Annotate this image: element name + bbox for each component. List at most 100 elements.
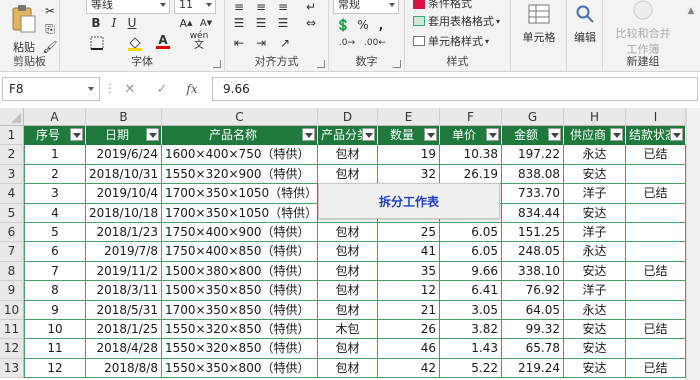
conditional-format-button[interactable]: 条件格式 (413, 0, 507, 12)
table-cell[interactable]: 包材 (318, 358, 378, 379)
filter-dropdown-icon[interactable] (486, 128, 499, 141)
increase-font-icon[interactable]: A ▲ (178, 14, 194, 32)
table-cell[interactable]: 包材 (318, 300, 378, 320)
editing-button[interactable]: 编辑 (569, 4, 601, 45)
table-cell[interactable]: 已结 (626, 358, 686, 379)
table-header-cell[interactable]: 金额 (502, 126, 564, 146)
table-cell[interactable]: 安达 (564, 358, 626, 379)
column-header-e[interactable]: E (378, 108, 440, 126)
table-cell[interactable]: 3.82 (440, 320, 502, 340)
table-cell[interactable]: 2019/11/2 (86, 261, 162, 282)
table-cell[interactable]: 151.25 (502, 223, 564, 243)
table-cell[interactable]: 包材 (318, 164, 378, 185)
table-cell[interactable]: 已结 (626, 320, 686, 340)
column-header-i[interactable]: I (626, 108, 686, 126)
column-header-d[interactable]: D (318, 108, 378, 126)
table-header-cell[interactable]: 序号 (24, 126, 86, 146)
insert-function-button[interactable]: fx (180, 77, 204, 101)
table-cell[interactable]: 安达 (564, 261, 626, 282)
table-cell[interactable]: 包材 (318, 145, 378, 165)
row-header-4[interactable]: 4 (0, 184, 24, 204)
table-cell[interactable]: 19 (378, 145, 440, 165)
table-cell[interactable]: 42 (378, 358, 440, 379)
split-worksheet-button[interactable]: 拆分工作表 (318, 183, 500, 219)
table-cell[interactable]: 永达 (564, 145, 626, 165)
name-box[interactable]: F8 (2, 77, 100, 101)
decrease-font-icon[interactable]: A ▼ (198, 14, 214, 32)
table-cell[interactable]: 3.05 (440, 300, 502, 320)
table-cell[interactable]: 2019/7/8 (86, 242, 162, 262)
cut-icon[interactable]: ✂ (42, 2, 58, 20)
row-header-12[interactable]: 12 (0, 339, 24, 359)
table-cell[interactable]: 65.78 (502, 339, 564, 359)
table-cell[interactable] (626, 203, 686, 223)
font-name-select[interactable]: 等线 (86, 0, 170, 14)
table-cell[interactable]: 2018/8/8 (86, 358, 162, 379)
table-header-cell[interactable]: 产品名称 (162, 126, 318, 146)
table-cell[interactable] (626, 242, 686, 262)
table-cell[interactable]: 2 (24, 164, 86, 185)
alignment-dialog-launcher[interactable] (317, 60, 325, 68)
table-cell[interactable]: 1700×350×1050（特供） (162, 203, 318, 223)
row-header-1[interactable]: 1 (0, 126, 24, 146)
vertical-scrollbar[interactable] (686, 108, 700, 380)
table-cell[interactable]: 2018/1/23 (86, 223, 162, 243)
table-cell[interactable]: 838.08 (502, 164, 564, 185)
table-cell[interactable]: 834.44 (502, 203, 564, 223)
cells-button[interactable]: 单元格 (515, 4, 563, 45)
table-cell[interactable]: 11 (24, 339, 86, 359)
table-cell[interactable]: 6.05 (440, 223, 502, 243)
filter-dropdown-icon[interactable] (302, 128, 315, 141)
table-cell[interactable]: 5 (24, 223, 86, 243)
table-cell[interactable]: 35 (378, 261, 440, 282)
table-cell[interactable]: 4 (24, 203, 86, 223)
table-cell[interactable]: 2018/4/28 (86, 339, 162, 359)
table-cell[interactable]: 2018/1/25 (86, 320, 162, 340)
align-center-icon[interactable]: ☰ (251, 14, 271, 32)
table-cell[interactable]: 12 (378, 281, 440, 301)
table-cell[interactable]: 包材 (318, 223, 378, 243)
column-header-b[interactable]: B (86, 108, 162, 126)
table-cell[interactable]: 已结 (626, 184, 686, 204)
table-cell[interactable]: 2019/6/24 (86, 145, 162, 165)
row-header-5[interactable]: 5 (0, 203, 24, 223)
table-cell[interactable]: 洋子 (564, 281, 626, 301)
row-header-3[interactable]: 3 (0, 164, 24, 185)
table-cell[interactable]: 338.10 (502, 261, 564, 282)
table-cell[interactable]: 1750×400×900（特供） (162, 223, 318, 243)
filter-dropdown-icon[interactable] (146, 128, 159, 141)
ribbon-scroll-up-icon[interactable]: ▲ (684, 2, 698, 20)
phonetic-button[interactable]: wén 文 (186, 31, 212, 51)
table-cell[interactable] (626, 300, 686, 320)
table-cell[interactable]: 1700×350×1050（特供） (162, 184, 318, 204)
filter-dropdown-icon[interactable] (70, 128, 83, 141)
table-cell[interactable]: 2018/10/18 (86, 203, 162, 223)
table-cell[interactable]: 1550×320×900（特供） (162, 164, 318, 185)
table-cell[interactable]: 9 (24, 300, 86, 320)
accounting-format-icon[interactable]: 💲 (333, 16, 353, 34)
percent-style-button[interactable]: % (355, 16, 371, 34)
table-cell[interactable]: 64.05 (502, 300, 564, 320)
decrease-indent-icon[interactable]: ⇤ (229, 34, 249, 52)
underline-button[interactable]: U (124, 14, 140, 32)
table-cell[interactable]: 7 (24, 261, 86, 282)
table-cell[interactable]: 3 (24, 184, 86, 204)
align-left-icon[interactable]: ☰ (229, 14, 249, 32)
comma-style-button[interactable]: , (373, 16, 389, 34)
column-header-a[interactable]: A (24, 108, 86, 126)
filter-dropdown-icon[interactable] (362, 128, 375, 141)
borders-icon[interactable] (86, 34, 108, 52)
formula-input[interactable]: 9.66 (212, 77, 698, 101)
font-dialog-launcher[interactable] (213, 60, 221, 68)
table-cell[interactable]: 永达 (564, 242, 626, 262)
table-cell[interactable]: 9.66 (440, 261, 502, 282)
table-header-cell[interactable]: 产品分类 (318, 126, 378, 146)
merge-center-icon[interactable]: ⇔ (301, 14, 321, 32)
table-cell[interactable]: 10.38 (440, 145, 502, 165)
row-header-2[interactable]: 2 (0, 145, 24, 165)
select-all-corner[interactable] (0, 108, 24, 126)
table-cell[interactable] (626, 164, 686, 185)
table-cell[interactable]: 2018/5/31 (86, 300, 162, 320)
cell-style-button[interactable]: 单元格样式 ▾ (413, 32, 509, 50)
table-cell[interactable]: 1550×320×850（特供） (162, 320, 318, 340)
